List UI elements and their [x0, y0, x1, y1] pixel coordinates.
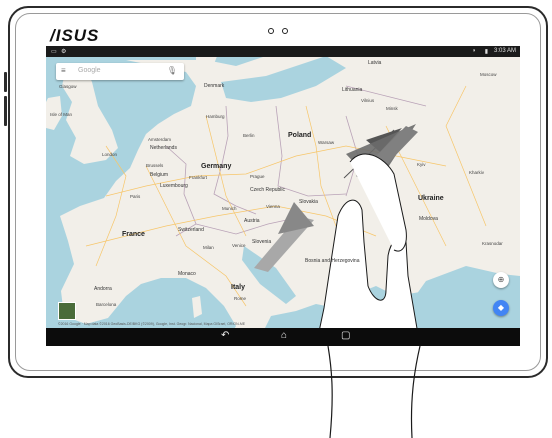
status-bar: ▭ ⚙ ◗ ▮ 3:03 AM	[46, 46, 520, 57]
map-city-label: Minsk	[386, 106, 398, 111]
map-city-label: Kyiv	[417, 162, 426, 167]
my-location-button[interactable]: ⊕	[493, 272, 509, 288]
tablet-screen: Poland Germany France Ukraine Italy Latvia Lit…	[46, 46, 520, 346]
map-region-label: Slovakia	[299, 199, 318, 205]
layers-thumbnail[interactable]	[58, 302, 76, 320]
map-region-label: Bosnia and Herzegovina	[305, 258, 360, 264]
map-region-label: Andorra	[94, 286, 112, 292]
recents-icon[interactable]: ▢	[341, 330, 350, 341]
map-city-label: Munich	[222, 206, 237, 211]
light-sensor	[282, 28, 288, 34]
microphone-icon[interactable]: 🎙	[167, 66, 177, 75]
power-button	[4, 96, 7, 126]
wifi-icon: ◗	[472, 48, 476, 54]
map-region-label: Belgium	[150, 172, 169, 178]
map-city-label: Paris	[130, 194, 141, 199]
back-icon[interactable]: ↶	[221, 330, 229, 341]
map-country-label: Germany	[201, 163, 232, 170]
map-city-label: Berlin	[243, 133, 255, 138]
notification-icon: ▭	[51, 49, 57, 55]
map-region-label: Lithuania	[342, 87, 363, 93]
brand-logo: /ISUS	[50, 26, 100, 45]
map-city-label: Frankfurt	[189, 175, 208, 180]
map-country-label: France	[122, 231, 145, 238]
map-city-label: London	[102, 152, 118, 157]
map-city-label: Venice	[232, 243, 246, 248]
map-city-label: Vilnius	[361, 98, 375, 103]
map-city-label: Hamburg	[206, 114, 225, 119]
map-copyright: ©2016 Google · Map data ©2016 GeoBasis-D…	[58, 322, 246, 326]
map-country-label: Italy	[231, 284, 246, 291]
map-city-label: Glasgow	[59, 84, 77, 89]
map-country-label: Poland	[288, 132, 312, 139]
search-placeholder: Google	[78, 67, 101, 74]
map-region-label: Austria	[244, 218, 260, 224]
battery-icon: ▮	[484, 49, 488, 55]
volume-button	[4, 72, 7, 92]
map-region-label: Switzerland	[178, 227, 204, 233]
map-region-label: Slovenia	[252, 239, 272, 245]
navigation-bar: ↶ ⌂ ▢	[46, 328, 520, 346]
map-city-label: Kharkiv	[469, 170, 485, 175]
front-camera	[268, 28, 274, 34]
map-canvas[interactable]	[46, 46, 520, 346]
map-city-label: Vienna	[266, 204, 280, 209]
map-region-label: Latvia	[368, 60, 382, 66]
map-city-label: Moscow	[480, 72, 497, 77]
map-city-label: Brussels	[146, 163, 164, 168]
map-city-label: Rome	[234, 296, 247, 301]
map-region-label: Moldova	[419, 216, 438, 222]
map-city-label: Barcelona	[96, 302, 117, 307]
map-search-box[interactable]: ≡ Google 🎙	[56, 63, 184, 80]
map-city-label: Prague	[250, 174, 265, 179]
map-region-label: Monaco	[178, 271, 196, 277]
map-region-label: Netherlands	[150, 145, 177, 151]
map-country-label: Ukraine	[418, 195, 444, 202]
map-city-label: Isle of Man	[50, 112, 73, 117]
map-region-label: Luxembourg	[160, 183, 188, 189]
map-city-label: Krasnodar	[482, 241, 503, 246]
status-time: 3:03 AM	[493, 48, 516, 54]
settings-icon: ⚙	[61, 49, 67, 55]
menu-icon[interactable]: ≡	[61, 67, 66, 75]
map-city-label: Warsaw	[318, 140, 335, 145]
map-city-label: Amsterdam	[148, 137, 172, 142]
home-icon[interactable]: ⌂	[281, 330, 287, 341]
map-city-label: Milan	[203, 245, 214, 250]
map-region-label: Denmark	[204, 83, 225, 89]
map-region-label: Czech Republic	[250, 187, 286, 193]
directions-button[interactable]: ◆	[493, 300, 509, 316]
